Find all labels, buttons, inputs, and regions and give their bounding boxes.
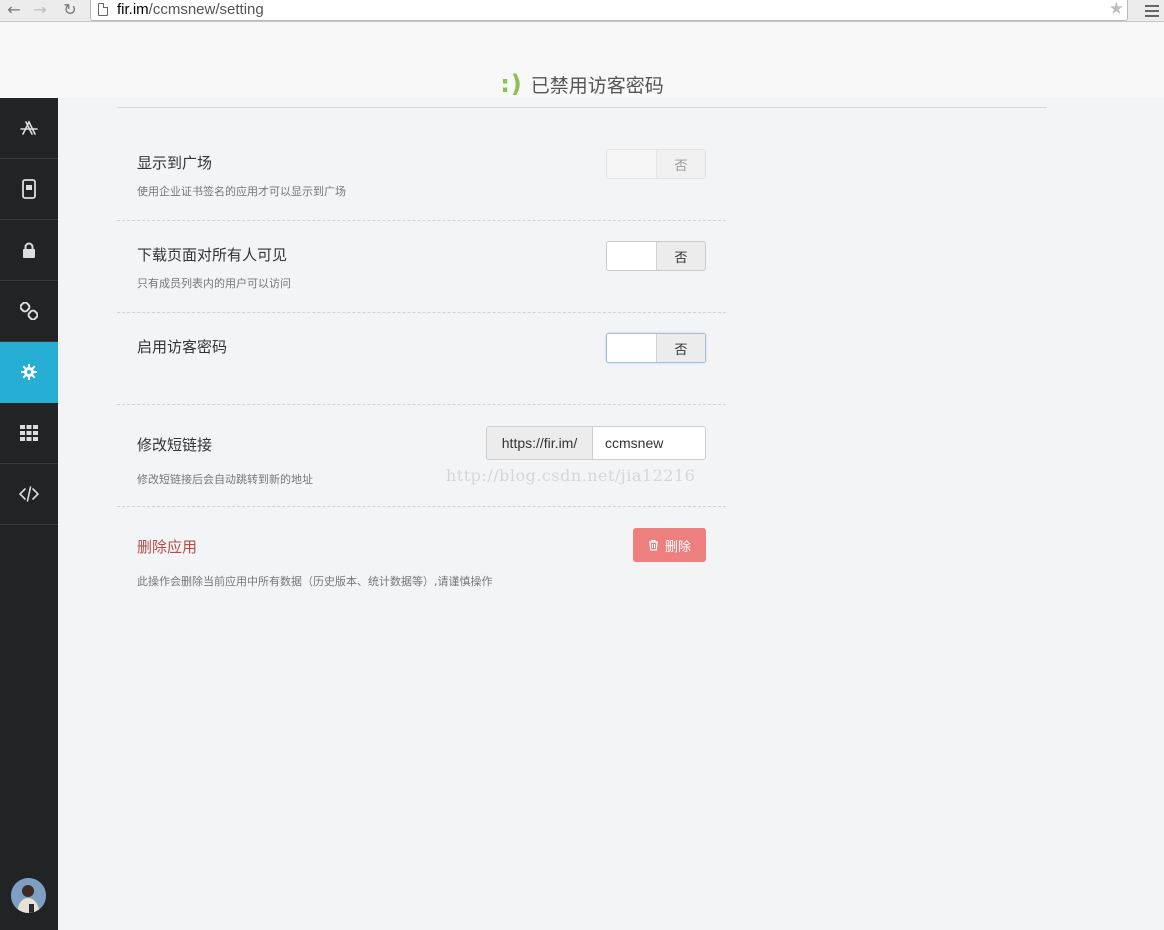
short-link-prefix: https://fir.im/ — [487, 427, 593, 459]
sidebar-item-apps[interactable] — [0, 403, 58, 464]
user-avatar-icon — [11, 878, 46, 913]
page-icon — [98, 3, 108, 16]
gear-icon — [21, 364, 37, 380]
status-toast: :) 已禁用访客密码 — [0, 70, 1164, 98]
toggle-knob — [607, 150, 656, 178]
app-store-icon — [20, 120, 38, 135]
url-path: /ccmsnew/setting — [148, 1, 264, 18]
watermark: http://blog.csdn.net/jia12216 — [446, 466, 696, 485]
setting-desc-delete-app: 此操作会删除当前应用中所有数据（历史版本、统计数据等）,请谨慎操作 — [137, 575, 493, 588]
back-icon[interactable]: ← — [4, 0, 24, 22]
toggle-label: 否 — [655, 150, 705, 178]
delete-app-button[interactable]: 删除 — [633, 528, 706, 562]
toast-message: 已禁用访客密码 — [530, 74, 664, 97]
lock-icon — [23, 242, 35, 258]
row-divider — [117, 506, 726, 507]
sidebar-item-embed-code[interactable] — [0, 464, 58, 525]
sidebar-item-devices[interactable] — [0, 159, 58, 220]
avatar[interactable] — [11, 878, 46, 913]
short-link-input[interactable] — [593, 427, 705, 459]
code-icon — [19, 486, 39, 502]
bookmark-star-icon[interactable]: ★ — [1109, 0, 1124, 19]
link-icon — [20, 302, 38, 320]
address-url[interactable]: fir.im/ccmsnew/setting — [117, 1, 264, 19]
setting-title-download-visible: 下载页面对所有人可见 — [137, 246, 288, 264]
row-divider — [117, 312, 726, 313]
setting-desc-show-in-square: 使用企业证书签名的应用才可以显示到广场 — [137, 185, 346, 198]
toggle-label: 否 — [655, 242, 705, 270]
sidebar — [0, 98, 58, 930]
visitor-password-toggle[interactable]: 否 — [606, 333, 706, 363]
row-divider — [117, 220, 726, 221]
setting-title-visitor-password: 启用访客密码 — [137, 338, 228, 356]
toggle-knob — [607, 242, 656, 270]
show-in-square-toggle[interactable]: 否 — [606, 149, 706, 179]
browser-toolbar: ← → ↻ fir.im/ccmsnew/setting ★ — [0, 0, 1164, 22]
browser-menu-icon[interactable] — [1145, 2, 1159, 18]
row-divider — [117, 404, 726, 405]
device-icon — [22, 179, 36, 199]
setting-desc-download-visible: 只有成员列表内的用户可以访问 — [137, 277, 291, 290]
page-header: :) 已禁用访客密码 — [0, 22, 1164, 98]
reload-icon[interactable]: ↻ — [60, 0, 80, 22]
download-visible-toggle[interactable]: 否 — [606, 241, 706, 271]
short-link-input-group: https://fir.im/ — [486, 426, 706, 460]
setting-title-short-link: 修改短链接 — [137, 436, 213, 454]
smile-icon: :) — [500, 70, 523, 98]
setting-title-delete-app: 删除应用 — [137, 538, 198, 556]
sidebar-item-security[interactable] — [0, 220, 58, 281]
address-bar[interactable]: fir.im/ccmsnew/setting ★ — [90, 0, 1128, 21]
header-divider — [117, 107, 1047, 108]
sidebar-item-app-info[interactable] — [0, 98, 58, 159]
grid-icon — [20, 425, 38, 441]
toggle-knob — [607, 334, 656, 362]
trash-icon — [648, 539, 658, 551]
sidebar-item-links[interactable] — [0, 281, 58, 342]
sidebar-item-settings[interactable] — [0, 342, 58, 403]
setting-desc-short-link: 修改短链接后会自动跳转到新的地址 — [137, 473, 313, 486]
forward-icon[interactable]: → — [30, 0, 50, 22]
setting-title-show-in-square: 显示到广场 — [137, 154, 213, 172]
url-host: fir.im — [117, 1, 149, 18]
toggle-label: 否 — [655, 334, 705, 362]
delete-button-label: 删除 — [664, 539, 691, 555]
